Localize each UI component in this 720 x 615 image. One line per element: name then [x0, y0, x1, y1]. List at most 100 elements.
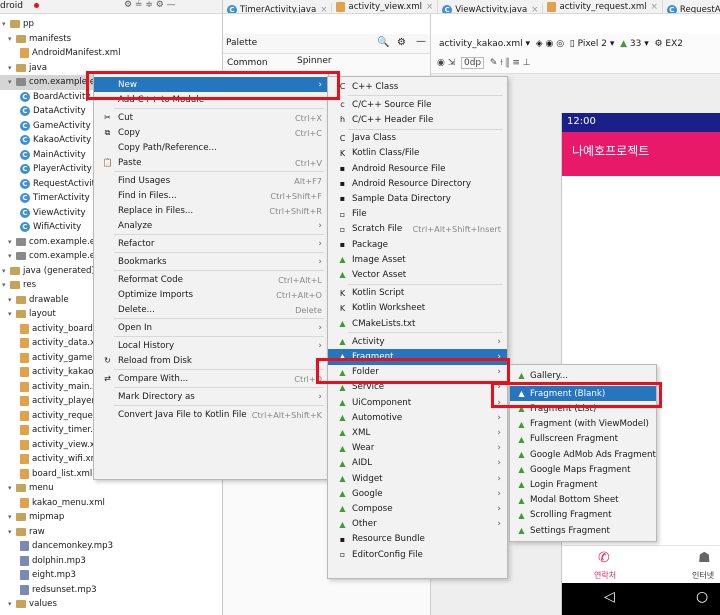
menu-item-kotlin-worksheet[interactable]: K Kotlin Worksheet: [328, 301, 507, 316]
menu-item-copy-path-reference[interactable]: Copy Path/Reference...: [94, 140, 328, 155]
menu-item-fragment-blank[interactable]: Fragment (Blank) ▲: [510, 386, 656, 402]
menu-item-cut[interactable]: ✂ Cut Ctrl+X: [94, 110, 328, 125]
project-view-selector[interactable]: droid: [0, 1, 23, 11]
editor-tab[interactable]: C ViewActivity.java ×: [438, 3, 544, 13]
menu-item-analyze[interactable]: Analyze ›: [94, 218, 328, 233]
menu-item-scrolling-fragment[interactable]: Scrolling Fragment ▲: [510, 508, 656, 523]
menu-item-vector-asset[interactable]: ▲ Vector Asset: [328, 267, 507, 282]
expand-arrow-icon[interactable]: ▾: [8, 296, 16, 304]
expand-arrow-icon[interactable]: ▾: [8, 600, 16, 608]
tree-item[interactable]: AndroidManifest.xml: [0, 46, 222, 61]
layout-file-selector[interactable]: activity_kakao.xml: [439, 39, 523, 49]
palette-search-icon[interactable]: 🔍: [377, 37, 389, 48]
expand-arrow-icon[interactable]: ▾: [8, 64, 16, 72]
menu-item-fullscreen-fragment[interactable]: Fullscreen Fragment ▲: [510, 432, 656, 447]
menu-item-other[interactable]: ▲ Other ›: [328, 517, 507, 532]
expand-arrow-icon[interactable]: ▾: [8, 35, 16, 43]
menu-item-c-c-source-file[interactable]: c C/C++ Source File: [328, 97, 507, 112]
expand-arrow-icon[interactable]: ▾: [2, 267, 10, 275]
menu-item-resource-bundle[interactable]: ▪ Resource Bundle: [328, 532, 507, 547]
menu-item-reload-from-disk[interactable]: ↻ Reload from Disk: [94, 353, 328, 368]
menu-item-android-resource-directory[interactable]: ▪ Android Resource Directory: [328, 176, 507, 191]
expand-arrow-icon[interactable]: ▾: [2, 20, 10, 28]
menu-item-scratch-file[interactable]: ▫ Scratch File Ctrl+Alt+Shift+Insert: [328, 222, 507, 237]
menu-item-compose[interactable]: ▲ Compose ›: [328, 501, 507, 516]
menu-item-optimize-imports[interactable]: Optimize Imports Ctrl+Alt+O: [94, 287, 328, 302]
back-icon[interactable]: ◁: [604, 589, 615, 605]
close-tab-icon[interactable]: ×: [320, 5, 327, 13]
menu-item-cmakelists-txt[interactable]: ▲ CMakeLists.txt: [328, 316, 507, 331]
tree-item[interactable]: ▾ manifests: [0, 32, 222, 47]
menu-item-activity[interactable]: ▲ Activity ›: [328, 334, 507, 349]
person-icon[interactable]: ☗: [698, 550, 711, 566]
expand-arrow-icon[interactable]: ▾: [8, 78, 16, 86]
tree-item[interactable]: eight.mp3: [0, 568, 222, 583]
palette-category-common[interactable]: Common: [227, 58, 268, 68]
menu-item-google[interactable]: ▲ Google ›: [328, 486, 507, 501]
editor-tab[interactable]: CRequestActivity: [663, 3, 720, 13]
close-tab-icon[interactable]: ×: [651, 2, 658, 12]
menu-item-mark-directory-as[interactable]: Mark Directory as ›: [94, 389, 328, 404]
menu-item-convert-java-file-to-kotlin-file[interactable]: Convert Java File to Kotlin File Ctrl+Alt…: [94, 407, 328, 422]
device-selector[interactable]: Pixel 2: [578, 39, 607, 49]
menu-item-bookmarks[interactable]: Bookmarks ›: [94, 254, 328, 269]
menu-item-fragment-with-viewmodel[interactable]: Fragment (with ViewModel) ▲: [510, 417, 656, 432]
menu-item-aidl[interactable]: ▲ AIDL ›: [328, 456, 507, 471]
menu-item-new[interactable]: New ›: [94, 77, 328, 92]
menu-item-copy[interactable]: ⧉ Copy Ctrl+C: [94, 125, 328, 140]
expand-arrow-icon[interactable]: ▾: [8, 252, 16, 260]
menu-item-package[interactable]: ▪ Package: [328, 237, 507, 252]
menu-item-image-asset[interactable]: ▲ Image Asset: [328, 252, 507, 267]
menu-item-sample-data-directory[interactable]: ▪ Sample Data Directory: [328, 191, 507, 206]
editor-tab[interactable]: activity_request.xml ×: [543, 0, 663, 13]
tree-item[interactable]: ▾ menu: [0, 481, 222, 496]
menu-item-google-admob-ads-fragment[interactable]: Google AdMob Ads Fragment ▲: [510, 447, 656, 462]
home-icon[interactable]: ○: [696, 589, 708, 605]
menu-item-open-in[interactable]: Open In ›: [94, 320, 328, 335]
palette-gear-icon[interactable]: ⚙: [397, 37, 406, 48]
api-level-selector[interactable]: 33: [630, 39, 641, 49]
default-margin-field[interactable]: 0dp: [460, 57, 485, 69]
tree-item[interactable]: ▾ values: [0, 597, 222, 612]
menu-item-find-in-files[interactable]: Find in Files... Ctrl+Shift+F: [94, 188, 328, 203]
expand-arrow-icon[interactable]: ▾: [8, 528, 16, 536]
menu-item-fragment-list[interactable]: Fragment (List) ▲: [510, 401, 656, 416]
panel-tool-icons[interactable]: ⚙ ≟ ≑ ⚙ —: [124, 0, 176, 10]
menu-item-java-class[interactable]: C Java Class: [328, 131, 507, 146]
tree-item[interactable]: kakao_menu.xml: [0, 496, 222, 511]
menu-item-editorconfig-file[interactable]: ▫ EditorConfig File: [328, 547, 507, 562]
menu-item-fragment[interactable]: ▲ Fragment ›: [328, 349, 507, 365]
menu-item-file[interactable]: ▫ File: [328, 207, 507, 222]
phone-icon[interactable]: ✆: [598, 550, 610, 566]
expand-arrow-icon[interactable]: ▾: [8, 238, 16, 246]
expand-arrow-icon[interactable]: ▾: [2, 281, 10, 289]
menu-item-add-c-to-module[interactable]: Add C++ to Module: [94, 92, 328, 107]
expand-arrow-icon[interactable]: ▾: [8, 310, 16, 318]
tree-item[interactable]: ▾ raw: [0, 525, 222, 540]
close-tab-icon[interactable]: ×: [531, 5, 538, 13]
close-tab-icon[interactable]: ×: [426, 2, 433, 12]
tree-item[interactable]: redsunset.mp3: [0, 583, 222, 598]
menu-item-login-fragment[interactable]: Login Fragment ▲: [510, 477, 656, 492]
menu-item-wear[interactable]: ▲ Wear ›: [328, 441, 507, 456]
menu-item-paste[interactable]: 📋 Paste Ctrl+V: [94, 155, 328, 170]
menu-item-kotlin-class-file[interactable]: K Kotlin Class/File: [328, 146, 507, 161]
menu-item-modal-bottom-sheet[interactable]: Modal Bottom Sheet ▲: [510, 493, 656, 508]
menu-item-automotive[interactable]: ▲ Automotive ›: [328, 410, 507, 425]
expand-arrow-icon[interactable]: ▾: [8, 513, 16, 521]
menu-item-service[interactable]: ▲ Service ›: [328, 380, 507, 395]
menu-item-reformat-code[interactable]: Reformat Code Ctrl+Alt+L: [94, 272, 328, 287]
tree-item[interactable]: dancemonkey.mp3: [0, 539, 222, 554]
editor-tab[interactable]: activity_view.xml ×: [332, 0, 439, 13]
menu-item-delete[interactable]: Delete... Delete: [94, 302, 328, 317]
menu-item-android-resource-file[interactable]: ▪ Android Resource File: [328, 161, 507, 176]
menu-item-local-history[interactable]: Local History ›: [94, 338, 328, 353]
palette-minimize-icon[interactable]: —: [416, 36, 426, 47]
extra-selector[interactable]: EX2: [665, 39, 683, 49]
expand-arrow-icon[interactable]: ▾: [8, 484, 16, 492]
nav-internet-label[interactable]: 인터넷: [692, 570, 714, 581]
menu-item-xml[interactable]: ▲ XML ›: [328, 425, 507, 440]
menu-item-refactor[interactable]: Refactor ›: [94, 236, 328, 251]
palette-item-spinner[interactable]: Spinner: [297, 56, 332, 66]
tree-item[interactable]: ▾ pp: [0, 17, 222, 32]
